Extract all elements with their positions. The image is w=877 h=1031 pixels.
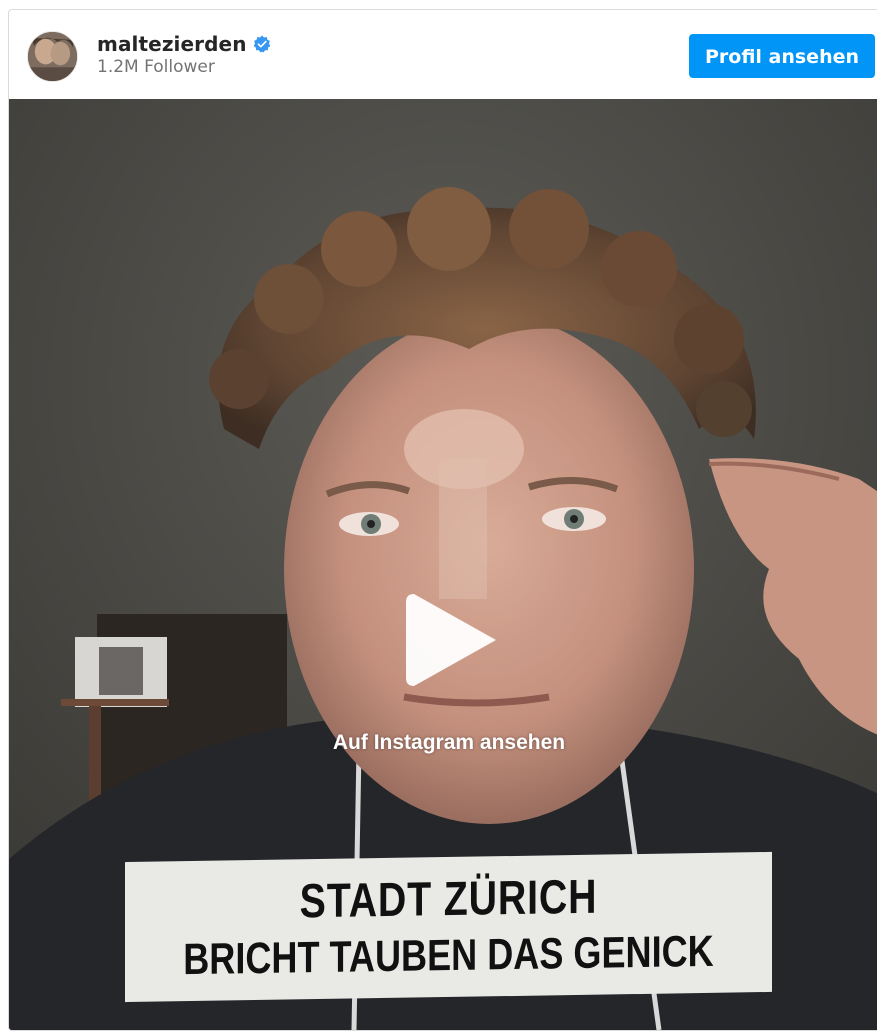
instagram-embed: maltezierden 1.2M Follower Profil ansehe… [8,9,877,1031]
username-row: maltezierden [97,32,271,56]
caption-line-1: STADT ZÜRICH [299,870,598,929]
view-profile-button[interactable]: Profil ansehen [689,34,875,78]
avatar[interactable] [27,31,78,82]
play-icon[interactable] [400,588,504,692]
video-player[interactable]: Auf Instagram ansehen STADT ZÜRICH BRICH… [9,99,877,1030]
post-header: maltezierden 1.2M Follower Profil ansehe… [9,10,877,99]
avatar-image [28,32,77,81]
caption-line-2: BRICHT TAUBEN DAS GENICK [183,926,714,985]
username[interactable]: maltezierden [97,32,247,56]
follower-count: 1.2M Follower [97,57,215,77]
video-caption-overlay: STADT ZÜRICH BRICHT TAUBEN DAS GENICK [125,851,772,1003]
verified-badge-icon [253,35,270,53]
user-info: maltezierden 1.2M Follower [97,32,271,77]
watch-on-instagram-link[interactable]: Auf Instagram ansehen [9,731,877,755]
